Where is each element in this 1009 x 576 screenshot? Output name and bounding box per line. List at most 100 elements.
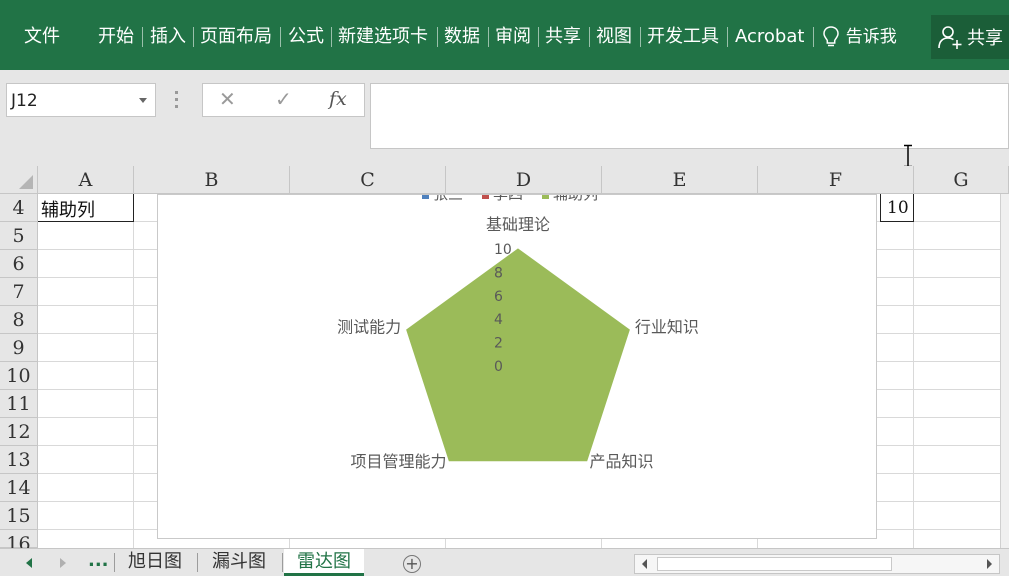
tab-view[interactable]: 视图 [596,22,632,52]
scrollbar-thumb[interactable] [657,557,892,571]
row-header[interactable]: 12 [0,418,38,446]
category-label: 测试能力 [337,317,401,336]
legend-label: 李四 [493,195,523,203]
category-label: 基础理论 [486,215,550,234]
radial-tick-label: 10 [494,242,512,258]
radial-tick-label: 4 [494,312,503,328]
legend-label: 张三 [433,195,463,203]
add-sheet-button[interactable]: + [403,555,421,573]
sheet-tab-sunburst[interactable]: 旭日图 [116,549,194,576]
ribbon-separator [331,27,332,47]
gridline [913,194,914,548]
legend-swatch [542,195,549,199]
name-box-value: J12 [11,91,38,111]
row-header[interactable]: 4 [0,194,38,222]
sheet-tab-bar: ... 旭日图 漏斗图 雷达图 + [0,548,1009,576]
vertical-scrollbar[interactable] [1000,194,1009,548]
chart-legend[interactable]: 张三 李四 辅助列 [422,195,598,203]
name-box[interactable]: J12 [6,83,156,117]
column-header-d[interactable]: D [446,166,602,194]
legend-swatch [422,195,429,199]
row-header[interactable]: 14 [0,474,38,502]
cell-a4-value: 辅助列 [41,200,95,221]
row-header[interactable]: 5 [0,222,38,250]
radar-series-area[interactable] [406,248,630,462]
ribbon: 文件 开始 插入 页面布局 公式 新建选项卡 数据 审阅 共享 视图 开发工具 … [0,0,1009,70]
tab-data[interactable]: 数据 [444,22,480,52]
row-header[interactable]: 15 [0,502,38,530]
row-header[interactable]: 6 [0,250,38,278]
radial-tick-label: 8 [494,265,503,281]
confirm-check-icon[interactable]: ✓ [275,87,292,111]
horizontal-scrollbar[interactable] [634,554,1000,574]
tab-review[interactable]: 审阅 [495,22,531,52]
ribbon-separator [142,27,143,47]
gridline [133,194,134,548]
scroll-left-arrow-icon[interactable] [642,559,647,569]
row-header[interactable]: 11 [0,390,38,418]
radial-tick-label: 6 [494,289,503,305]
column-header-g[interactable]: G [914,166,1009,194]
person-add-icon [938,26,962,49]
ribbon-separator [589,27,590,47]
more-sheets-ellipsis[interactable]: ... [88,550,109,571]
tab-developer[interactable]: 开发工具 [647,22,719,52]
cancel-icon[interactable]: ✕ [219,87,236,111]
tab-acrobat[interactable]: Acrobat [735,22,804,52]
tell-me-box[interactable]: 告诉我 [822,22,897,52]
ribbon-separator [488,27,489,47]
row-header[interactable]: 8 [0,306,38,334]
tab-home[interactable]: 开始 [98,22,134,52]
ribbon-separator [640,27,641,47]
tab-separator [282,553,283,572]
column-header-e[interactable]: E [602,166,758,194]
insert-function-icon[interactable]: fx [329,88,347,110]
formula-input[interactable] [370,83,1009,149]
column-header-c[interactable]: C [290,166,446,194]
category-label: 项目管理能力 [350,452,446,471]
tell-me-label: 告诉我 [845,27,897,47]
ribbon-separator [280,27,281,47]
share-label: 共享 [967,28,1003,49]
text-cursor-icon [904,144,912,168]
sheet-tab-funnel[interactable]: 漏斗图 [200,549,278,576]
tab-file[interactable]: 文件 [24,22,60,52]
tab-page-layout[interactable]: 页面布局 [200,22,272,52]
category-label: 产品知识 [590,452,654,471]
legend-swatch [482,195,489,199]
scroll-right-arrow-icon[interactable] [987,559,992,569]
column-header-b[interactable]: B [134,166,290,194]
column-header-f[interactable]: F [758,166,914,194]
legend-label: 辅助列 [553,195,598,203]
row-header[interactable]: 13 [0,446,38,474]
cell-f4-value: 10 [887,198,909,218]
tab-share[interactable]: 共享 [545,22,581,52]
tab-separator [114,553,115,572]
tab-formulas[interactable]: 公式 [288,22,324,52]
row-header[interactable]: 9 [0,334,38,362]
scroll-left-icon[interactable] [26,558,32,568]
formula-buttons: ✕ ✓ fx [202,83,365,117]
sheet-tab-radar[interactable]: 雷达图 [284,549,364,576]
ribbon-separator [437,27,438,47]
ribbon-separator [193,27,194,47]
radial-tick-label: 2 [494,336,503,352]
row-header[interactable]: 10 [0,362,38,390]
tab-insert[interactable]: 插入 [150,22,186,52]
tab-new-tab[interactable]: 新建选项卡 [338,22,428,52]
row-header[interactable]: 16 [0,530,38,555]
row-header[interactable]: 7 [0,278,38,306]
category-label: 行业知识 [635,317,699,336]
scroll-right-icon[interactable] [60,558,66,568]
chevron-down-icon[interactable] [139,98,147,103]
ribbon-separator [727,27,728,47]
drag-handle-icon[interactable] [175,91,179,111]
share-button[interactable]: 共享 [931,15,1009,59]
lightbulb-icon [823,26,839,47]
ribbon-separator [538,27,539,47]
ribbon-separator [813,27,814,47]
radial-tick-label: 0 [494,359,503,375]
radar-chart[interactable]: 张三 李四 辅助列 0 2 4 6 8 10 基础理论行业知识产品知识 项目管理能力 测试能力 [157,194,877,539]
select-all-corner[interactable] [0,166,38,194]
column-header-a[interactable]: A [38,166,134,194]
